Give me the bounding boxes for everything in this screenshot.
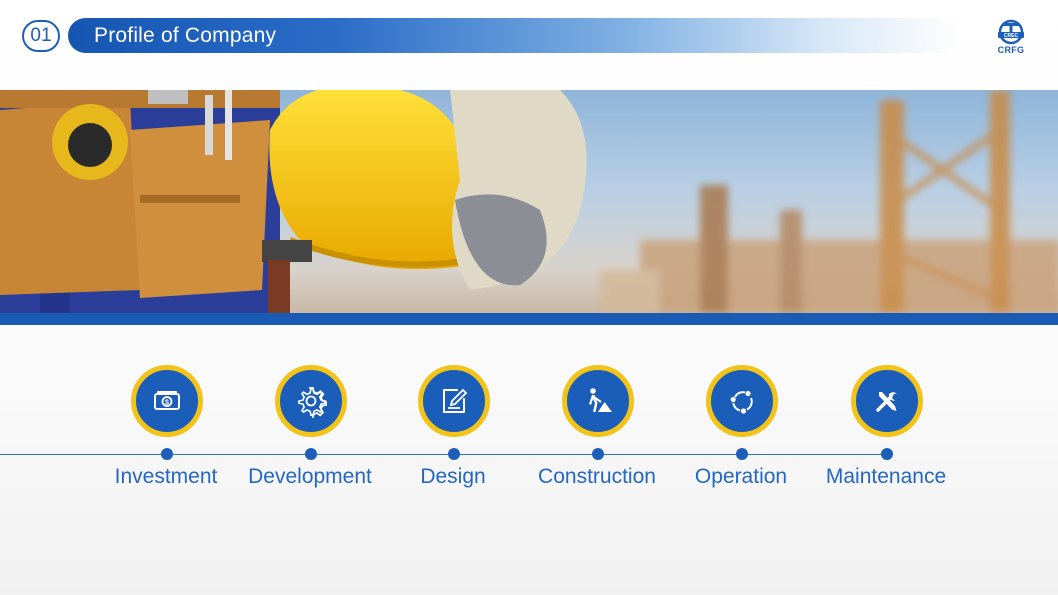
section-number: 01 (22, 20, 60, 52)
timeline-dot (305, 448, 317, 460)
tools-icon (876, 392, 899, 412)
company-logo: CREC CRFG (990, 18, 1032, 56)
timeline-dot (736, 448, 748, 460)
step-label: Maintenance (825, 465, 947, 488)
title-bar: Profile of Company (68, 18, 960, 53)
timeline-dot (448, 448, 460, 460)
timeline-dot (592, 448, 604, 460)
svg-text:$: $ (165, 400, 169, 407)
crec-logo-icon: CREC (998, 19, 1024, 45)
step-badge (851, 365, 923, 437)
worker-photo-illustration (0, 90, 1058, 313)
edit-icon (443, 388, 468, 413)
page-title: Profile of Company (94, 23, 277, 47)
money-icon: $ (154, 391, 180, 410)
banner-stripe (0, 313, 1058, 325)
step-badge (275, 365, 347, 437)
logo-text: CRFG (997, 45, 1025, 55)
gear-icon (298, 387, 327, 418)
logo-badge-text: CREC (1004, 33, 1019, 39)
timeline-dot (881, 448, 893, 460)
construction-worker-icon (589, 388, 612, 412)
timeline-dot (161, 448, 173, 460)
banner-photo (0, 90, 1058, 313)
step-badge (706, 365, 778, 437)
step-badge (418, 365, 490, 437)
step-badge: $ (131, 365, 203, 437)
cycle-icon (730, 390, 753, 414)
timeline-line (0, 454, 893, 455)
step-badge (562, 365, 634, 437)
